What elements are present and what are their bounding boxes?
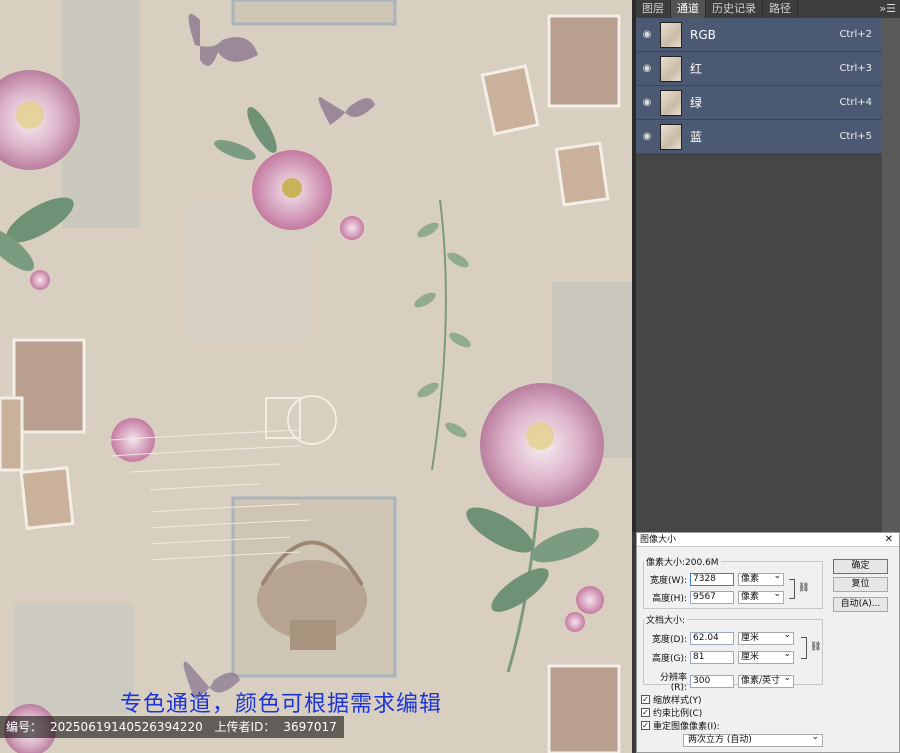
resample-checkbox[interactable]: ✓ 重定图像像素(I): bbox=[641, 719, 720, 732]
resample-label: 重定图像像素(I): bbox=[653, 722, 720, 732]
channels-panel: 图层 通道 历史记录 路径 »☰ ◉ RGB Ctrl+2 ◉ 红 Ctrl+3… bbox=[632, 0, 900, 532]
channel-name: RGB bbox=[690, 27, 716, 42]
chain-link-icon: ⛓ bbox=[810, 642, 822, 652]
checkmark-icon: ✓ bbox=[641, 721, 650, 730]
doc-width-input[interactable]: 62.04 bbox=[690, 632, 734, 645]
channel-row-rgb[interactable]: ◉ RGB Ctrl+2 bbox=[636, 18, 882, 52]
id-label: 编号： bbox=[6, 720, 43, 734]
channel-row-red[interactable]: ◉ 红 Ctrl+3 bbox=[636, 52, 882, 86]
resolution-input[interactable]: 300 bbox=[690, 675, 734, 688]
channel-name: 绿 bbox=[690, 96, 703, 110]
width-label: 宽度(W): bbox=[650, 576, 687, 586]
constrain-checkbox[interactable]: ✓ 约束比例(C) bbox=[641, 706, 702, 719]
pixel-height-input[interactable]: 9567 bbox=[690, 591, 734, 604]
watermark-info-bar: 编号： 20250619140526394220 上传者ID： 3697017 bbox=[0, 716, 344, 738]
channel-shortcut: Ctrl+5 bbox=[839, 131, 872, 142]
ok-button[interactable]: 确定 bbox=[833, 559, 888, 574]
canvas-caption: 专色通道，颜色可根据需求编辑 bbox=[120, 692, 443, 717]
tab-paths[interactable]: 路径 bbox=[763, 0, 798, 18]
doc-constrain-bracket bbox=[801, 637, 807, 659]
channel-thumbnail bbox=[660, 55, 682, 82]
channel-name: 蓝 bbox=[690, 130, 703, 144]
channel-shortcut: Ctrl+4 bbox=[839, 97, 872, 108]
eye-icon[interactable]: ◉ bbox=[638, 97, 656, 108]
channel-list: ◉ RGB Ctrl+2 ◉ 红 Ctrl+3 ◉ 绿 Ctrl+4 ◉ 蓝 C… bbox=[636, 18, 882, 154]
image-size-dialog: 图像大小 ✕ 像素大小:200.6M 宽度(W): 7328 像素 高度(H):… bbox=[636, 532, 900, 753]
panel-menu-icon[interactable]: »☰ bbox=[879, 0, 896, 18]
pixel-height-row: 高度(H): 9567 像素 bbox=[647, 589, 784, 604]
doc-height-input[interactable]: 81 bbox=[690, 651, 734, 664]
chain-link-icon: ⛓ bbox=[798, 583, 810, 593]
channel-shortcut: Ctrl+2 bbox=[839, 29, 872, 40]
channel-thumbnail bbox=[660, 21, 682, 48]
dialog-title: 图像大小 bbox=[640, 535, 677, 545]
channel-thumbnail bbox=[660, 123, 682, 150]
resample-method-select[interactable]: 两次立方 (自动) bbox=[683, 732, 823, 747]
uploader-label: 上传者ID： bbox=[214, 720, 276, 734]
id-value: 20250619140526394220 bbox=[50, 720, 203, 734]
tab-layers[interactable]: 图层 bbox=[636, 0, 671, 18]
channel-shortcut: Ctrl+3 bbox=[839, 63, 872, 74]
panel-scrollbar[interactable] bbox=[882, 18, 900, 532]
tab-history[interactable]: 历史记录 bbox=[706, 0, 763, 18]
height-label: 高度(H): bbox=[652, 594, 687, 604]
doc-width-row: 宽度(D): 62.04 厘米 bbox=[647, 630, 794, 645]
constrain-bracket bbox=[789, 579, 795, 599]
document-canvas[interactable]: 专色通道，颜色可根据需求编辑 编号： 20250619140526394220 上… bbox=[0, 0, 632, 753]
uploader-value: 3697017 bbox=[283, 720, 337, 734]
channel-row-blue[interactable]: ◉ 蓝 Ctrl+5 bbox=[636, 120, 882, 154]
tab-channels[interactable]: 通道 bbox=[671, 0, 706, 18]
eye-icon[interactable]: ◉ bbox=[638, 131, 656, 142]
floral-pattern-artwork bbox=[0, 0, 632, 753]
checkmark-icon: ✓ bbox=[641, 708, 650, 717]
reset-button[interactable]: 复位 bbox=[833, 577, 888, 592]
pixel-width-input[interactable]: 7328 bbox=[690, 573, 734, 586]
doc-height-unit-select[interactable]: 厘米 bbox=[738, 649, 794, 664]
resolution-unit-select[interactable]: 像素/英寸 bbox=[738, 673, 794, 688]
close-icon[interactable]: ✕ bbox=[885, 533, 893, 547]
screen: 专色通道，颜色可根据需求编辑 编号： 20250619140526394220 上… bbox=[0, 0, 900, 753]
doc-size-label: 文档大小: bbox=[646, 616, 686, 626]
checkmark-icon: ✓ bbox=[641, 695, 650, 704]
pixel-width-row: 宽度(W): 7328 像素 bbox=[647, 571, 784, 586]
doc-height-row: 高度(G): 81 厘米 bbox=[647, 649, 794, 664]
eye-icon[interactable]: ◉ bbox=[638, 29, 656, 40]
auto-button[interactable]: 自动(A)... bbox=[833, 597, 888, 612]
doc-width-unit-select[interactable]: 厘米 bbox=[738, 630, 794, 645]
resolution-label: 分辨率(R): bbox=[659, 673, 687, 693]
pixel-width-unit-select[interactable]: 像素 bbox=[738, 571, 784, 586]
channel-thumbnail bbox=[660, 89, 682, 116]
channel-list-empty-area bbox=[636, 154, 882, 532]
panel-tabs: 图层 通道 历史记录 路径 »☰ bbox=[636, 0, 900, 18]
scale-styles-label: 缩放样式(Y) bbox=[653, 696, 702, 706]
dialog-title-bar: 图像大小 ✕ bbox=[637, 533, 899, 547]
channel-name: 红 bbox=[690, 62, 703, 76]
constrain-label: 约束比例(C) bbox=[653, 709, 703, 719]
scale-styles-checkbox[interactable]: ✓ 缩放样式(Y) bbox=[641, 693, 702, 706]
eye-icon[interactable]: ◉ bbox=[638, 63, 656, 74]
resolution-row: 分辨率(R): 300 像素/英寸 bbox=[647, 670, 794, 693]
channel-row-green[interactable]: ◉ 绿 Ctrl+4 bbox=[636, 86, 882, 120]
doc-height-label: 高度(G): bbox=[651, 654, 687, 664]
doc-width-label: 宽度(D): bbox=[652, 635, 687, 645]
pixel-size-label: 像素大小:200.6M bbox=[646, 558, 719, 568]
pixel-height-unit-select[interactable]: 像素 bbox=[738, 589, 784, 604]
